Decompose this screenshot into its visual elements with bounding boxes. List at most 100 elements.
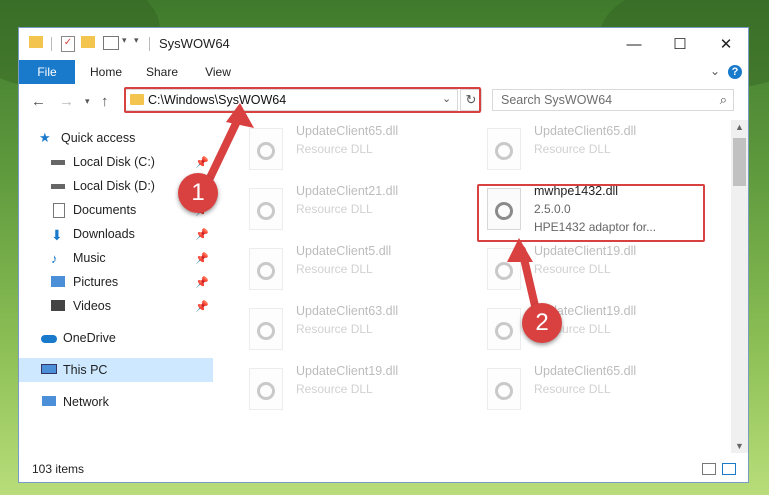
computer-icon	[41, 363, 57, 377]
sidebar-item-label: OneDrive	[63, 331, 116, 345]
dll-file-icon	[487, 128, 521, 170]
sidebar-item-pictures[interactable]: Pictures 📌	[19, 270, 213, 294]
star-icon: ★	[39, 130, 51, 145]
cloud-icon	[41, 331, 57, 345]
scroll-up-icon[interactable]: ▲	[735, 122, 744, 132]
recent-locations-icon[interactable]: ▾	[85, 96, 90, 107]
pin-icon[interactable]: 📌	[195, 300, 209, 313]
status-bar: 103 items	[19, 458, 748, 482]
up-arrow-icon[interactable]: ↑	[101, 93, 109, 110]
pin-icon[interactable]: 📌	[195, 252, 209, 265]
drive-icon	[51, 155, 67, 169]
customize-toolbar-icon[interactable]	[103, 36, 119, 50]
minimize-button[interactable]: —	[611, 28, 657, 60]
sidebar-item-label: Network	[63, 395, 109, 409]
pin-icon[interactable]: 📌	[195, 156, 209, 169]
list-item[interactable]: UpdateClient19.dll Resource DLL	[479, 242, 699, 298]
step-1-badge: 1	[178, 173, 218, 213]
list-item[interactable]: UpdateClient19.dll Resource DLL	[479, 302, 699, 358]
list-item[interactable]: UpdateClient65.dll Resource DLL	[241, 122, 461, 178]
tab-share[interactable]: Share	[137, 60, 187, 84]
list-item[interactable]: UpdateClient21.dll Resource DLL	[241, 182, 461, 238]
list-item[interactable]: UpdateClient5.dll Resource DLL	[241, 242, 461, 298]
documents-icon	[51, 203, 67, 218]
file-name: UpdateClient5.dll	[296, 244, 392, 258]
dll-file-icon	[249, 248, 283, 290]
file-name: UpdateClient19.dll	[534, 244, 637, 258]
navigation-bar: ← → ▾ ↑ C:\Windows\SysWOW64 ⌄ ↻ Search S…	[19, 84, 748, 118]
file-type: Resource DLL	[296, 142, 373, 156]
vertical-scrollbar[interactable]: ▲ ▼	[731, 120, 748, 453]
pin-icon[interactable]: 📌	[195, 276, 209, 289]
address-highlight-box	[124, 87, 481, 113]
details-view-icon[interactable]	[702, 463, 716, 475]
file-highlight-box	[477, 184, 705, 242]
expand-ribbon-icon[interactable]: ⌄	[710, 64, 720, 78]
file-type: Resource DLL	[534, 382, 611, 396]
drive-icon	[51, 179, 67, 193]
sidebar-item-label: Music	[73, 251, 106, 265]
dll-file-icon	[249, 188, 283, 230]
list-item[interactable]: UpdateClient65.dll Resource DLL	[479, 362, 699, 418]
large-icons-view-icon[interactable]	[722, 463, 736, 475]
sidebar-item-downloads[interactable]: ⬇ Downloads 📌	[19, 222, 213, 246]
sidebar-item-label: Videos	[73, 299, 111, 313]
sidebar-item-network[interactable]: Network	[19, 390, 213, 414]
forward-arrow-icon[interactable]: →	[59, 93, 74, 110]
file-name: UpdateClient63.dll	[296, 304, 399, 318]
properties-icon[interactable]: ✓	[61, 36, 75, 52]
sidebar-item-label: Local Disk (C:)	[73, 155, 155, 169]
file-name: UpdateClient21.dll	[296, 184, 399, 198]
file-name: UpdateClient65.dll	[534, 364, 637, 378]
list-item[interactable]: UpdateClient19.dll Resource DLL	[241, 362, 461, 418]
item-count: 103 items	[32, 462, 85, 476]
search-icon[interactable]: ⌕	[720, 92, 727, 108]
folder-icon	[29, 36, 43, 48]
dll-file-icon	[249, 368, 283, 410]
sidebar-item-quick-access[interactable]: ★ Quick access	[19, 126, 213, 150]
dll-file-icon	[249, 128, 283, 170]
sidebar-item-music[interactable]: ♪ Music 📌	[19, 246, 213, 270]
file-type: Resource DLL	[296, 382, 373, 396]
back-arrow-icon[interactable]: ←	[31, 93, 46, 110]
file-name: UpdateClient19.dll	[296, 364, 399, 378]
new-folder-icon[interactable]	[81, 36, 95, 48]
tab-view[interactable]: View	[193, 60, 243, 84]
step-2-badge: 2	[522, 303, 562, 343]
file-name: UpdateClient65.dll	[296, 124, 399, 138]
dll-file-icon	[487, 248, 521, 290]
network-icon	[41, 395, 57, 409]
navigation-pane: ★ Quick access Local Disk (C:) 📌 Local D…	[19, 120, 213, 453]
file-type: Resource DLL	[296, 202, 373, 216]
divider	[51, 37, 52, 51]
sidebar-item-videos[interactable]: Videos 📌	[19, 294, 213, 318]
chevron-down-icon[interactable]: ▾	[122, 35, 127, 46]
close-button[interactable]: ✕	[703, 28, 749, 60]
tab-home[interactable]: Home	[81, 60, 131, 84]
list-item[interactable]: UpdateClient65.dll Resource DLL	[479, 122, 699, 178]
pin-icon[interactable]: 📌	[195, 228, 209, 241]
dropdown-icon[interactable]: ▾	[134, 35, 139, 46]
file-type: Resource DLL	[296, 322, 373, 336]
help-icon[interactable]: ?	[728, 65, 742, 79]
divider	[149, 37, 150, 51]
maximize-button[interactable]: ☐	[657, 28, 703, 60]
sidebar-item-label: Downloads	[73, 227, 135, 241]
sidebar-item-local-disk-c[interactable]: Local Disk (C:) 📌	[19, 150, 213, 174]
scrollbar-thumb[interactable]	[733, 138, 746, 186]
file-type: Resource DLL	[296, 262, 373, 276]
ribbon-tabs: File Home Share View ⌄ ?	[19, 60, 748, 116]
file-list: UpdateClient65.dll Resource DLL UpdateCl…	[231, 120, 729, 453]
sidebar-item-this-pc[interactable]: This PC	[19, 358, 213, 382]
window-title: SysWOW64	[159, 36, 230, 51]
search-placeholder: Search SysWOW64	[501, 93, 613, 107]
sidebar-item-onedrive[interactable]: OneDrive	[19, 326, 213, 350]
video-icon	[51, 299, 67, 313]
list-item[interactable]: UpdateClient63.dll Resource DLL	[241, 302, 461, 358]
file-type: Resource DLL	[534, 142, 611, 156]
sidebar-item-label: This PC	[63, 363, 108, 377]
search-input[interactable]: Search SysWOW64 ⌕	[492, 89, 734, 111]
file-name: UpdateClient65.dll	[534, 124, 637, 138]
scroll-down-icon[interactable]: ▼	[735, 441, 744, 451]
sidebar-item-label: Pictures	[73, 275, 119, 289]
